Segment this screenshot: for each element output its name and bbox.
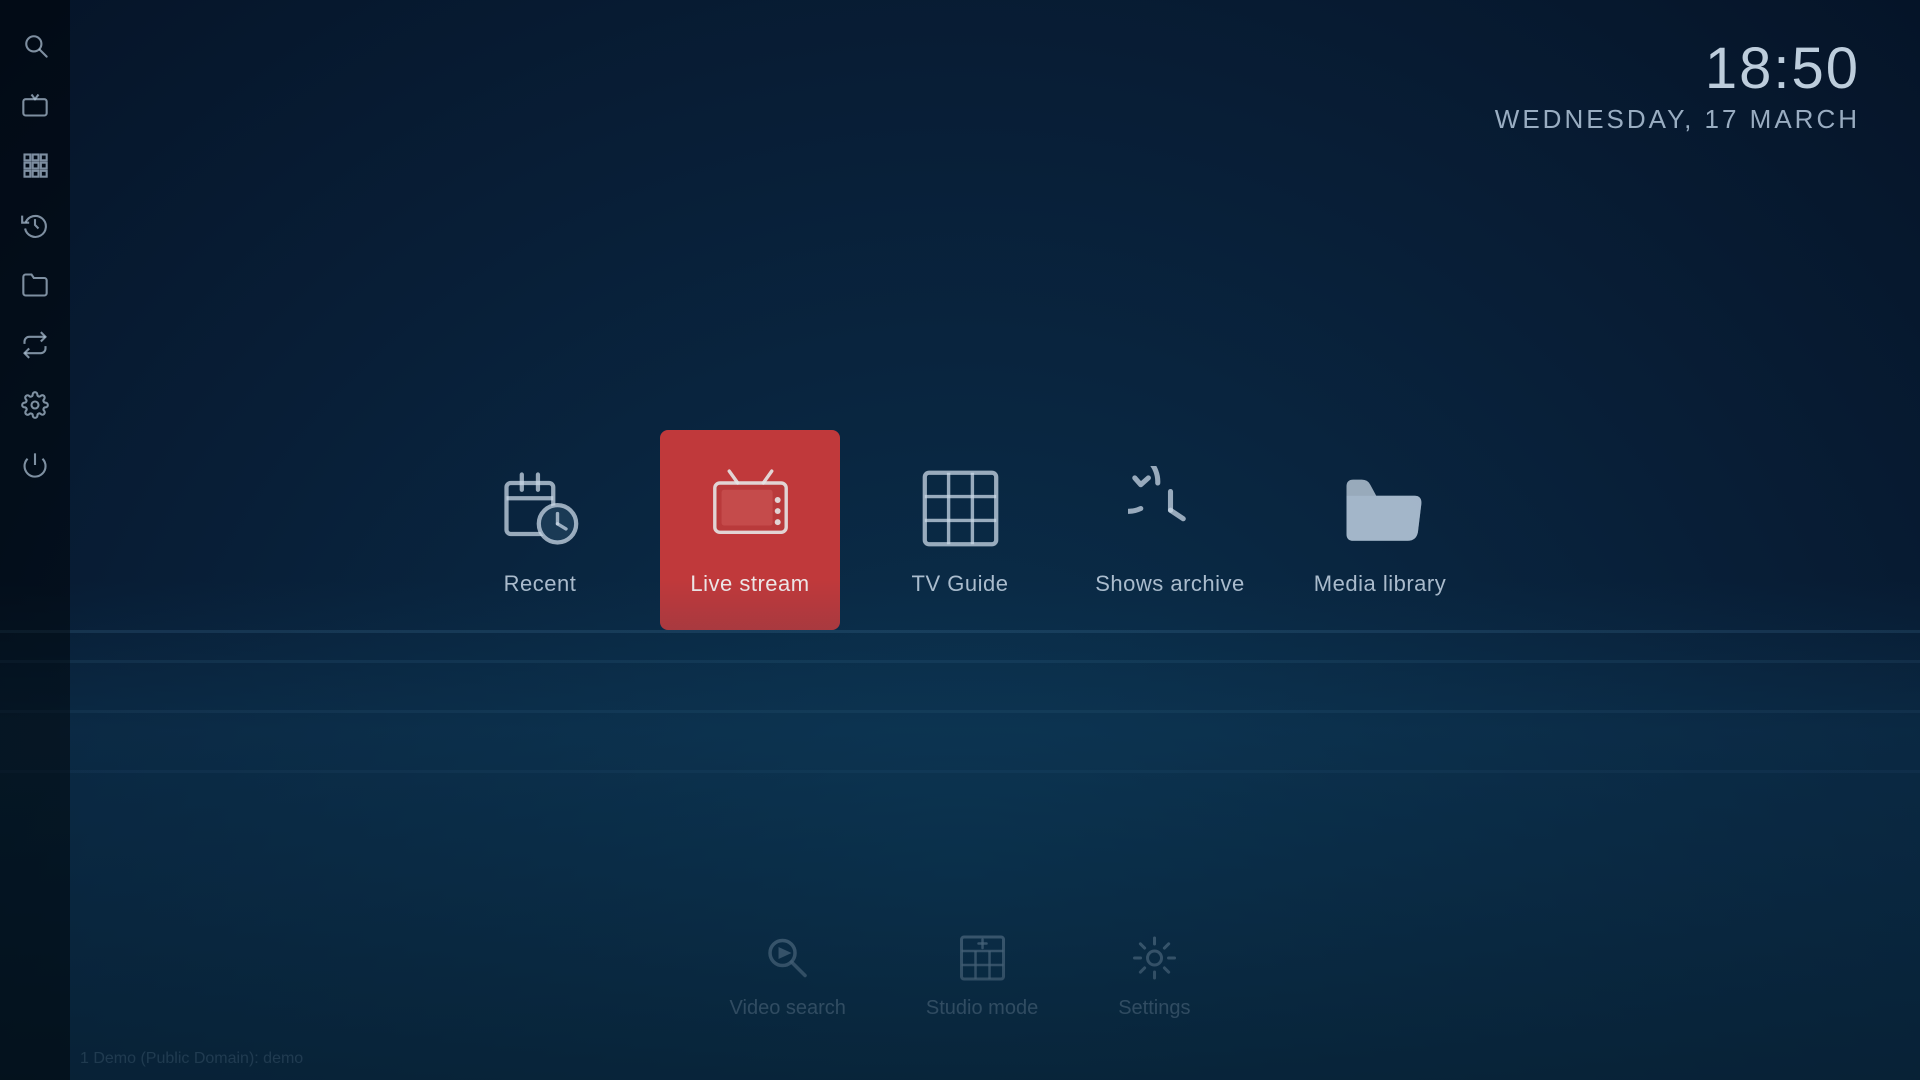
sidebar-item-folder[interactable] <box>10 260 60 310</box>
sidebar-item-recent[interactable] <box>10 200 60 250</box>
clock-date: Wednesday, 17 March <box>1495 104 1860 135</box>
sidebar-item-switch[interactable] <box>10 320 60 370</box>
sidebar-item-grid[interactable] <box>10 140 60 190</box>
sidebar <box>0 0 70 1080</box>
live-stream-icon <box>705 463 795 553</box>
sidebar-item-search[interactable] <box>10 20 60 70</box>
background-ocean <box>0 580 1920 1080</box>
clock-area: 18:50 Wednesday, 17 March <box>1495 40 1860 135</box>
recent-icon <box>495 463 585 553</box>
media-library-icon <box>1335 463 1425 553</box>
sidebar-item-settings[interactable] <box>10 380 60 430</box>
tv-guide-icon <box>915 463 1005 553</box>
shows-archive-icon <box>1125 463 1215 553</box>
sidebar-item-tv[interactable] <box>10 80 60 130</box>
sidebar-item-power[interactable] <box>10 440 60 490</box>
clock-time: 18:50 <box>1495 40 1860 98</box>
